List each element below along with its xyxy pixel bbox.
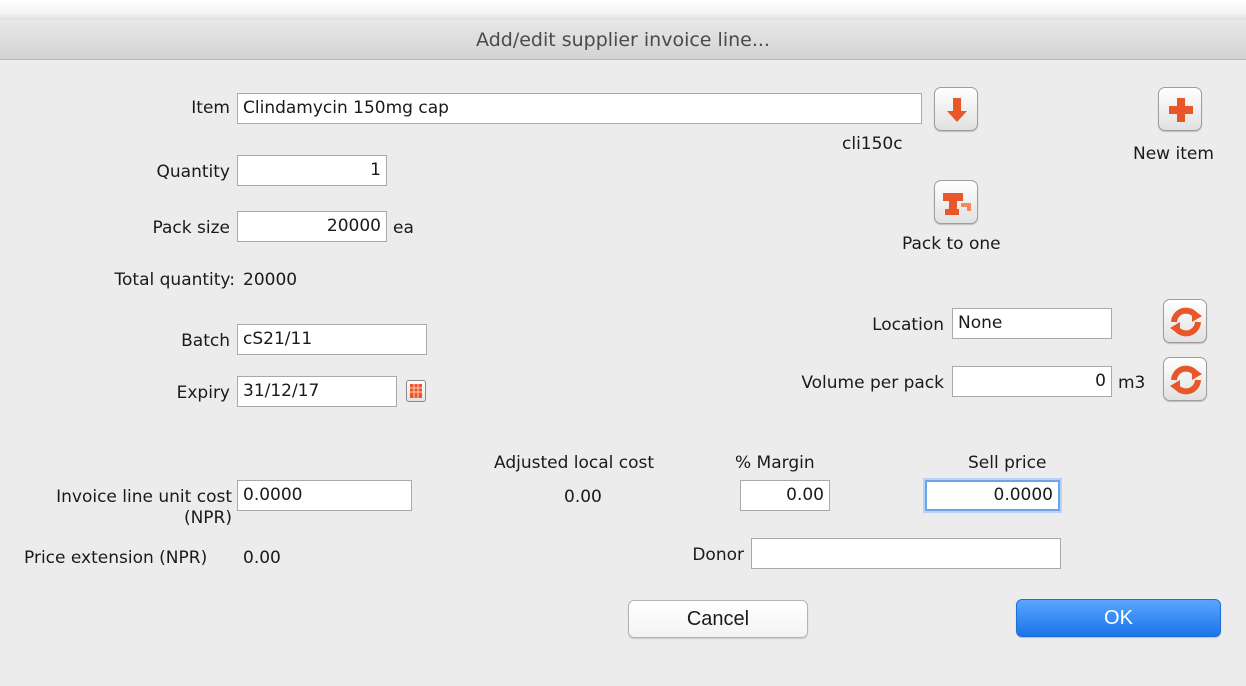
calendar-button[interactable] (406, 380, 426, 402)
new-item-label: New item (1133, 144, 1214, 164)
expiry-label: Expiry (176, 383, 230, 403)
price-extension-label: Price extension (NPR) (24, 548, 208, 568)
total-quantity-value: 20000 (243, 270, 298, 290)
margin-field[interactable]: 0.00 (740, 480, 830, 511)
refresh-icon (1170, 307, 1202, 337)
window-shadow (0, 0, 1246, 22)
location-refresh-button[interactable] (1163, 299, 1207, 343)
pack-to-one-label: Pack to one (902, 234, 1001, 254)
volume-refresh-button[interactable] (1163, 357, 1207, 401)
ok-button[interactable]: OK (1016, 599, 1221, 637)
calendar-icon (410, 384, 422, 398)
pack-size-unit: ea (393, 218, 414, 238)
volume-per-pack-field[interactable]: 0 (952, 366, 1112, 397)
item-label: Item (191, 98, 230, 118)
quantity-label: Quantity (156, 162, 230, 182)
pack-to-one-button[interactable] (934, 180, 978, 224)
batch-label: Batch (181, 331, 230, 351)
quantity-field[interactable]: 1 (237, 155, 387, 186)
batch-field[interactable]: cS21/11 (237, 324, 427, 355)
adjusted-local-cost-value: 0.00 (564, 487, 602, 507)
cancel-button[interactable]: Cancel (628, 600, 808, 638)
item-code: cli150c (842, 134, 903, 154)
new-item-button[interactable] (1158, 87, 1202, 131)
sell-price-label: Sell price (968, 453, 1047, 473)
location-label: Location (872, 315, 944, 335)
unit-cost-field[interactable]: 0.0000 (237, 480, 412, 511)
unit-cost-currency-label: (NPR) (183, 508, 232, 528)
location-field[interactable]: None (952, 308, 1112, 339)
unit-cost-label: Invoice line unit cost (56, 487, 232, 507)
volume-unit: m3 (1118, 373, 1146, 393)
plus-icon (1169, 98, 1193, 122)
dialog-window: Add/edit supplier invoice line... Item C… (0, 0, 1246, 686)
refresh-icon (1170, 365, 1202, 395)
margin-label: % Margin (735, 453, 815, 473)
price-extension-value: 0.00 (243, 548, 281, 568)
donor-field[interactable] (751, 538, 1061, 569)
adjusted-local-cost-label: Adjusted local cost (494, 453, 655, 473)
donor-label: Donor (692, 545, 744, 565)
pack-to-one-icon (943, 193, 971, 215)
item-lookup-button[interactable] (934, 87, 978, 131)
item-field[interactable]: Clindamycin 150mg cap (237, 93, 922, 124)
total-quantity-label: Total quantity: (114, 270, 235, 290)
expiry-field[interactable]: 31/12/17 (237, 376, 397, 407)
sell-price-field[interactable]: 0.0000 (925, 480, 1060, 511)
dialog-title: Add/edit supplier invoice line... (0, 20, 1246, 60)
volume-per-pack-label: Volume per pack (801, 373, 944, 393)
pack-size-field[interactable]: 20000 (237, 211, 387, 242)
pack-size-label: Pack size (152, 218, 230, 238)
arrow-down-icon (947, 98, 967, 122)
